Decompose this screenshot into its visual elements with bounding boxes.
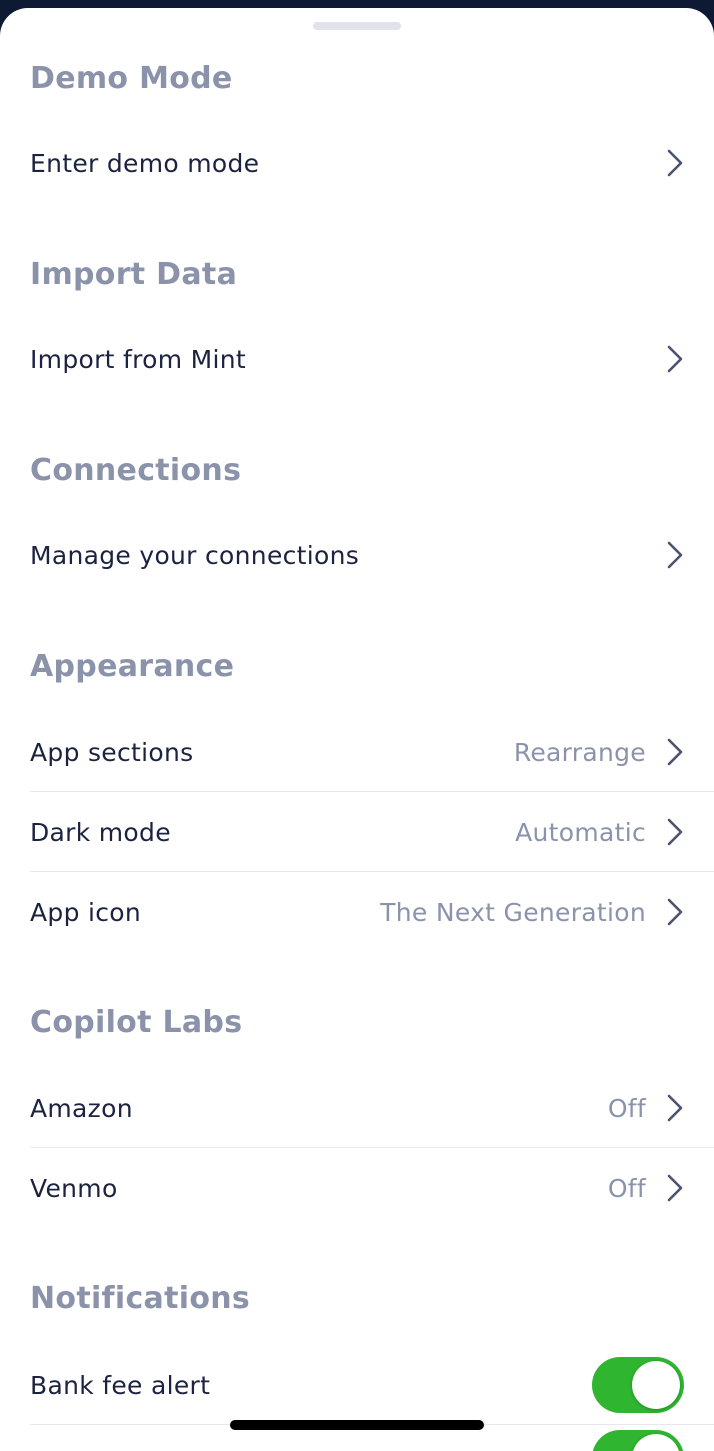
row-enter-demo-mode[interactable]: Enter demo mode	[30, 123, 714, 203]
row-value: Off	[607, 1093, 646, 1123]
row-label: Import from Mint	[30, 344, 247, 374]
section-title-appearance: Appearance	[30, 649, 235, 684]
home-indicator	[230, 1420, 484, 1430]
chevron-right-icon	[666, 1173, 684, 1203]
row-label: App icon	[30, 897, 142, 927]
row-venmo[interactable]: Venmo Off	[30, 1148, 714, 1228]
sheet-grabber[interactable]	[313, 22, 401, 30]
chevron-right-icon	[666, 897, 684, 927]
row-label: App sections	[30, 737, 194, 767]
row-value: Off	[607, 1173, 646, 1203]
chevron-right-icon	[666, 540, 684, 570]
row-value: Rearrange	[513, 737, 646, 767]
row-dark-mode[interactable]: Dark mode Automatic	[30, 792, 714, 872]
toggle-knob	[632, 1434, 680, 1451]
chevron-right-icon	[666, 344, 684, 374]
row-label: Venmo	[30, 1173, 118, 1203]
chevron-right-icon	[666, 737, 684, 767]
row-amazon[interactable]: Amazon Off	[30, 1068, 714, 1148]
row-value: Automatic	[515, 817, 646, 847]
row-manage-connections[interactable]: Manage your connections	[30, 515, 714, 595]
bank-fee-alert-toggle[interactable]	[592, 1357, 684, 1413]
section-title-connections: Connections	[30, 453, 242, 488]
row-label: Manage your connections	[30, 540, 360, 570]
row-value: The Next Generation	[380, 897, 646, 927]
section-title-notifications: Notifications	[30, 1281, 251, 1316]
row-app-icon[interactable]: App icon The Next Generation	[30, 872, 714, 952]
row-label: Amazon	[30, 1093, 133, 1123]
row-bank-fee-alert: Bank fee alert	[30, 1345, 714, 1425]
next-notification-toggle[interactable]	[592, 1430, 684, 1451]
row-label: Enter demo mode	[30, 148, 260, 178]
row-app-sections[interactable]: App sections Rearrange	[30, 712, 714, 792]
settings-sheet: Demo Mode Enter demo mode Import Data Im…	[0, 8, 714, 1451]
section-title-copilot-labs: Copilot Labs	[30, 1005, 243, 1040]
row-label: Dark mode	[30, 817, 171, 847]
section-title-demo-mode: Demo Mode	[30, 61, 233, 96]
section-title-import-data: Import Data	[30, 257, 238, 292]
chevron-right-icon	[666, 817, 684, 847]
toggle-knob	[632, 1361, 680, 1409]
row-import-from-mint[interactable]: Import from Mint	[30, 319, 714, 399]
chevron-right-icon	[666, 148, 684, 178]
chevron-right-icon	[666, 1093, 684, 1123]
